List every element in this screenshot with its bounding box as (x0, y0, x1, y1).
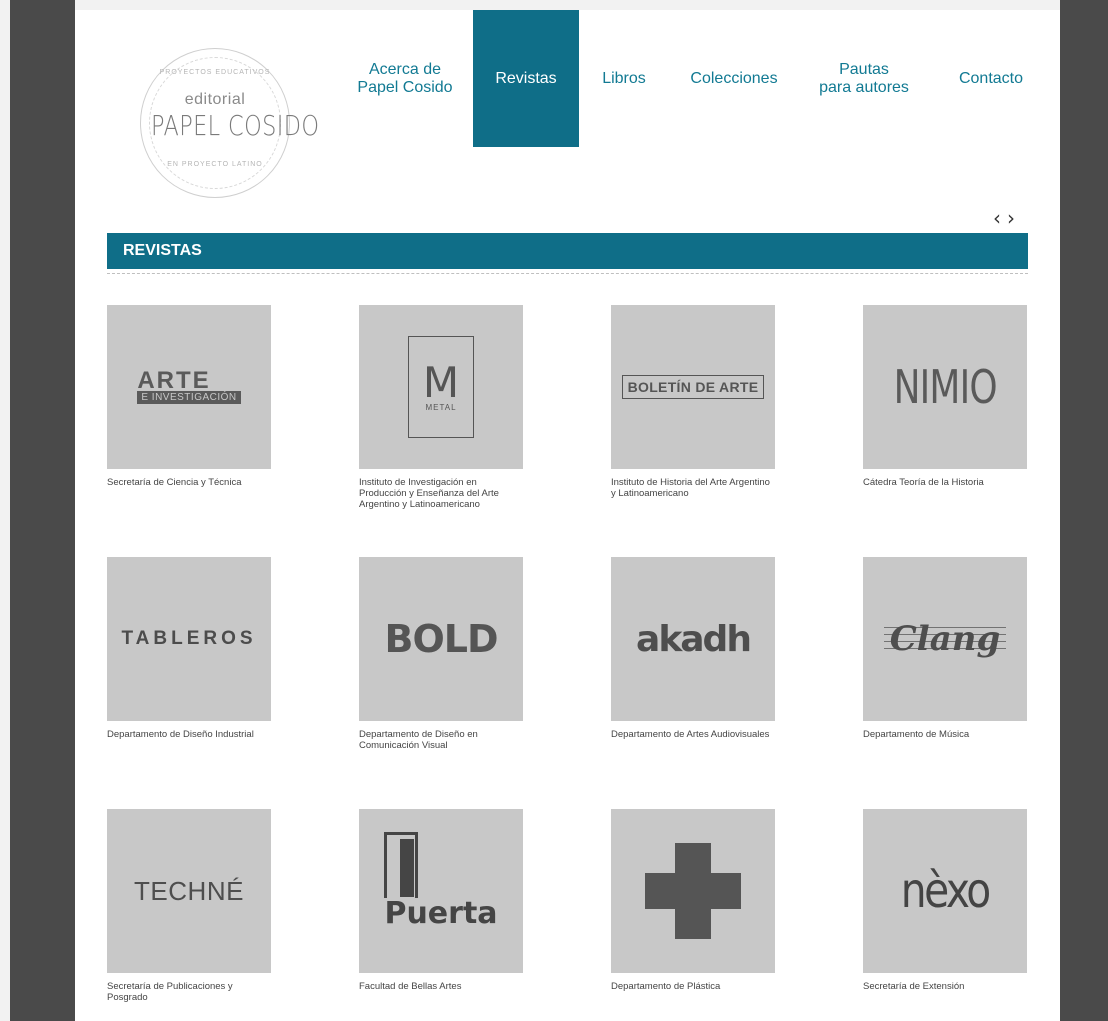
nav-label: Contacto (958, 69, 1024, 87)
logo-editorial: editorial (184, 91, 246, 108)
magazine-card[interactable]: TABLEROS Departamento de Diseño Industri… (107, 557, 271, 740)
techne-logo: TECHNÉ (134, 875, 244, 906)
right-backdrop (1060, 0, 1108, 1021)
arte-logo: ARTE E INVESTIGACIÓN (137, 368, 241, 404)
magazine-cover[interactable]: Clang (863, 557, 1027, 721)
section-header: REVISTAS (107, 233, 1028, 269)
magazine-card[interactable]: nèxo Secretaría de Extensión (863, 809, 1027, 992)
magazine-card[interactable]: ARTE E INVESTIGACIÓN Secretaría de Cienc… (107, 305, 271, 488)
puerta-logo: Puerta (384, 831, 498, 931)
tableros-logo: TABLEROS (121, 628, 257, 649)
magazine-cover[interactable]: TECHNÉ (107, 809, 271, 973)
logo-title: PAPEL COSIDO (151, 109, 320, 142)
magazine-caption[interactable]: Facultad de Bellas Artes (359, 981, 523, 992)
magazine-caption[interactable]: Departamento de Música (863, 729, 1027, 740)
clang-logo: Clang (883, 619, 1007, 659)
nav-label: Colecciones (690, 69, 778, 87)
magazine-caption[interactable]: Secretaría de Publicaciones y Posgrado (107, 981, 271, 1003)
magazine-card[interactable]: BOLD Departamento de Diseño en Comunicac… (359, 557, 523, 751)
magazine-card[interactable]: Departamento de Plástica (611, 809, 775, 992)
magazine-caption[interactable]: Secretaría de Ciencia y Técnica (107, 477, 271, 488)
magazine-caption[interactable]: Cátedra Teoría de la Historia (863, 477, 1027, 488)
magazine-cover[interactable]: BOLETÍN DE ARTE (611, 305, 775, 469)
magazine-cover[interactable]: M METAL (359, 305, 523, 469)
magazine-card[interactable]: TECHNÉ Secretaría de Publicaciones y Pos… (107, 809, 271, 1003)
magazine-caption[interactable]: Departamento de Diseño Industrial (107, 729, 271, 740)
akadh-logo: akadh (636, 618, 752, 660)
site-logo[interactable]: PROYECTOS EDUCATIVOS editorial PAPEL COS… (140, 48, 320, 198)
logo-bottom-arc: EN PROYECTO LATINO (167, 161, 263, 168)
section-title: REVISTAS (123, 242, 202, 259)
door-icon (384, 831, 419, 898)
magazine-caption[interactable]: Instituto de Investigación en Producción… (359, 477, 523, 510)
nav-item-revistas[interactable]: Revistas (473, 10, 579, 147)
magazine-card[interactable]: NIMIO Cátedra Teoría de la Historia (863, 305, 1027, 488)
magazine-caption[interactable]: Departamento de Diseño en Comunicación V… (359, 729, 523, 751)
magazine-cover[interactable]: nèxo (863, 809, 1027, 973)
logo-top-arc: PROYECTOS EDUCATIVOS (159, 69, 271, 76)
magazine-caption[interactable]: Departamento de Plástica (611, 981, 775, 992)
magazine-cover[interactable]: NIMIO (863, 305, 1027, 469)
nav-item-libros[interactable]: Libros (579, 10, 669, 147)
nav-label: Acerca de Papel Cosido (357, 60, 453, 96)
nav-item-colecciones[interactable]: Colecciones (669, 10, 799, 147)
left-backdrop (10, 0, 75, 1021)
nav-item-contacto[interactable]: Contacto (943, 10, 1039, 147)
nav-item-acerca[interactable]: Acerca de Papel Cosido (337, 10, 473, 147)
magazine-cover[interactable]: BOLD (359, 557, 523, 721)
boletin-logo: BOLETÍN DE ARTE (621, 375, 765, 399)
nav-label: Libros (602, 69, 646, 87)
magazine-caption[interactable]: Departamento de Artes Audiovisuales (611, 729, 775, 740)
magazine-cover[interactable]: ARTE E INVESTIGACIÓN (107, 305, 271, 469)
magazine-cover[interactable]: Puerta (359, 809, 523, 973)
section-divider (107, 273, 1028, 274)
bold-logo: BOLD (384, 617, 498, 661)
magazine-cover[interactable] (611, 809, 775, 973)
plus-icon (645, 843, 741, 939)
nav-label: Pautas para autores (819, 60, 909, 96)
chevron-right-icon[interactable]: › (1007, 206, 1021, 230)
carousel-arrows: ‹› (993, 206, 1021, 230)
nav-label: Revistas (495, 69, 557, 87)
magazine-card[interactable]: Clang Departamento de Música (863, 557, 1027, 740)
nexo-logo: nèxo (901, 863, 991, 919)
magazine-card[interactable]: akadh Departamento de Artes Audiovisuale… (611, 557, 775, 740)
magazine-cover[interactable]: akadh (611, 557, 775, 721)
magazine-caption[interactable]: Secretaría de Extensión (863, 981, 1027, 992)
magazine-cover[interactable]: TABLEROS (107, 557, 271, 721)
page-container: PROYECTOS EDUCATIVOS editorial PAPEL COS… (75, 10, 1060, 1021)
magazine-card[interactable]: BOLETÍN DE ARTE Instituto de Historia de… (611, 305, 775, 499)
nimio-logo: NIMIO (893, 360, 997, 414)
magazine-card[interactable]: M METAL Instituto de Investigación en Pr… (359, 305, 523, 510)
metal-logo: M METAL (408, 336, 474, 438)
magazine-caption[interactable]: Instituto de Historia del Arte Argentino… (611, 477, 775, 499)
chevron-left-icon[interactable]: ‹ (993, 206, 1007, 230)
nav-item-pautas[interactable]: Pautas para autores (799, 10, 929, 147)
magazine-card[interactable]: Puerta Facultad de Bellas Artes (359, 809, 523, 992)
